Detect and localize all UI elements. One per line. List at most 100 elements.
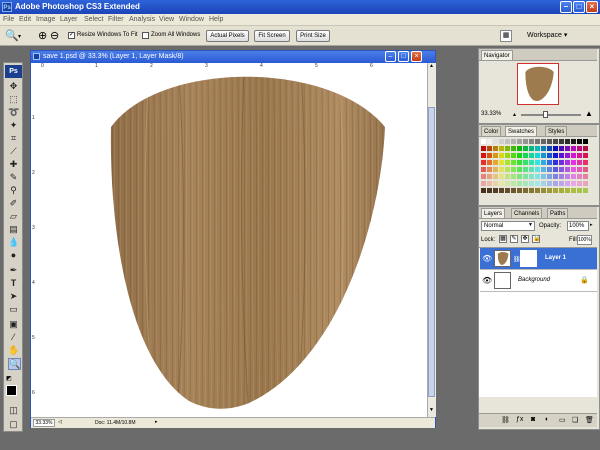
maximize-button[interactable]: □ bbox=[573, 1, 585, 13]
color-swatch[interactable] bbox=[511, 174, 516, 179]
layer-name[interactable]: Background bbox=[518, 277, 550, 283]
zoom-all-windows-checkbox[interactable] bbox=[142, 32, 149, 39]
color-swatch[interactable] bbox=[493, 188, 498, 193]
color-swatch[interactable] bbox=[481, 174, 486, 179]
tab-layers[interactable]: Layers bbox=[481, 208, 506, 218]
color-swatch[interactable] bbox=[535, 181, 540, 186]
color-swatch[interactable] bbox=[511, 153, 516, 158]
vertical-scrollbar[interactable]: ▲ ▼ bbox=[427, 63, 436, 417]
color-swatch[interactable] bbox=[547, 146, 552, 151]
color-swatch[interactable] bbox=[481, 188, 486, 193]
color-swatch[interactable] bbox=[541, 188, 546, 193]
color-swatch[interactable] bbox=[565, 160, 570, 165]
color-swatch[interactable] bbox=[547, 181, 552, 186]
color-swatch[interactable] bbox=[571, 139, 576, 144]
color-swatch[interactable] bbox=[505, 188, 510, 193]
color-swatch[interactable] bbox=[547, 160, 552, 165]
lock-image-icon[interactable]: ✎ bbox=[510, 235, 518, 243]
color-swatch[interactable] bbox=[529, 174, 534, 179]
blur-tool-icon[interactable]: 💧 bbox=[8, 237, 19, 247]
color-swatch[interactable] bbox=[541, 153, 546, 158]
color-swatch[interactable] bbox=[523, 167, 528, 172]
color-swatch[interactable] bbox=[505, 139, 510, 144]
color-swatch[interactable] bbox=[577, 174, 582, 179]
color-swatch[interactable] bbox=[565, 167, 570, 172]
color-swatch[interactable] bbox=[493, 160, 498, 165]
color-swatch[interactable] bbox=[541, 160, 546, 165]
tab-color[interactable]: Color bbox=[481, 126, 502, 136]
actual-pixels-button[interactable]: Actual Pixels bbox=[206, 30, 249, 42]
blend-mode-chevron-icon[interactable]: ▼ bbox=[528, 222, 533, 228]
status-menu-icon[interactable]: ◁ bbox=[58, 419, 62, 425]
color-swatch[interactable] bbox=[547, 139, 552, 144]
color-swatch[interactable] bbox=[499, 174, 504, 179]
menu-file[interactable]: File bbox=[3, 16, 14, 23]
color-swatch[interactable] bbox=[553, 146, 558, 151]
minimize-button[interactable]: – bbox=[560, 1, 572, 13]
tab-navigator[interactable]: Navigator bbox=[481, 50, 513, 60]
color-swatch[interactable] bbox=[505, 167, 510, 172]
color-swatch[interactable] bbox=[571, 153, 576, 158]
color-swatch[interactable] bbox=[505, 181, 510, 186]
color-swatch[interactable] bbox=[577, 188, 582, 193]
color-swatch[interactable] bbox=[577, 167, 582, 172]
swatch-grid[interactable] bbox=[481, 139, 595, 199]
zoom-level-field[interactable]: 33.33% bbox=[33, 419, 55, 427]
color-swatch[interactable] bbox=[493, 167, 498, 172]
fill-field[interactable]: 100% bbox=[577, 235, 592, 245]
color-swatch[interactable] bbox=[571, 181, 576, 186]
color-swatch[interactable] bbox=[553, 188, 558, 193]
blend-mode-select[interactable]: Normal bbox=[481, 221, 535, 231]
scrollbar-thumb[interactable] bbox=[428, 107, 435, 397]
color-swatch[interactable] bbox=[487, 146, 492, 151]
color-swatch[interactable] bbox=[553, 139, 558, 144]
dodge-tool-icon[interactable]: ● bbox=[8, 250, 19, 260]
color-swatch[interactable] bbox=[499, 139, 504, 144]
lock-transparency-icon[interactable]: ▦ bbox=[499, 235, 507, 243]
lock-all-icon[interactable]: 🔒 bbox=[532, 235, 540, 243]
color-swatch[interactable] bbox=[481, 167, 486, 172]
color-swatch[interactable] bbox=[559, 153, 564, 158]
color-swatch[interactable] bbox=[505, 153, 510, 158]
color-swatch[interactable] bbox=[535, 188, 540, 193]
color-swatch[interactable] bbox=[541, 167, 546, 172]
add-mask-icon[interactable]: ◙ bbox=[531, 416, 535, 423]
color-swatch[interactable] bbox=[487, 174, 492, 179]
document-window[interactable]: save 1.psd @ 33.3% (Layer 1, Layer Mask/… bbox=[30, 50, 436, 428]
color-swatch[interactable] bbox=[529, 188, 534, 193]
path-selection-tool-icon[interactable]: ➤ bbox=[8, 291, 19, 301]
document-canvas[interactable] bbox=[39, 71, 427, 417]
tab-channels[interactable]: Channels bbox=[511, 208, 543, 218]
layer-row-background[interactable]: 👁 Background 🔒 bbox=[480, 270, 597, 292]
color-swatch[interactable] bbox=[529, 139, 534, 144]
color-swatch[interactable] bbox=[487, 153, 492, 158]
screen-mode-icon[interactable]: ▢ bbox=[8, 419, 19, 429]
default-colors-icon[interactable]: ◩ bbox=[6, 375, 12, 382]
hand-tool-icon[interactable]: ✋ bbox=[8, 345, 19, 355]
tab-styles[interactable]: Styles bbox=[545, 126, 568, 136]
color-swatch[interactable] bbox=[565, 146, 570, 151]
color-swatch[interactable] bbox=[583, 174, 588, 179]
color-swatch[interactable] bbox=[523, 160, 528, 165]
color-swatch[interactable] bbox=[499, 153, 504, 158]
color-swatch[interactable] bbox=[493, 181, 498, 186]
color-swatch[interactable] bbox=[535, 139, 540, 144]
color-swatch[interactable] bbox=[487, 181, 492, 186]
color-swatch[interactable] bbox=[571, 167, 576, 172]
color-swatch[interactable] bbox=[505, 174, 510, 179]
menu-select[interactable]: Select bbox=[84, 16, 103, 23]
color-swatch[interactable] bbox=[493, 146, 498, 151]
lock-position-icon[interactable]: ✥ bbox=[521, 235, 529, 243]
color-swatch[interactable] bbox=[559, 174, 564, 179]
color-swatch[interactable] bbox=[523, 181, 528, 186]
color-swatch[interactable] bbox=[565, 153, 570, 158]
link-layers-icon[interactable]: ⛓ bbox=[501, 416, 510, 424]
color-swatch[interactable] bbox=[571, 146, 576, 151]
layer-thumbnail[interactable] bbox=[494, 250, 511, 267]
navigator-thumbnail[interactable] bbox=[517, 63, 559, 105]
navigator-slider-handle[interactable] bbox=[543, 111, 548, 118]
color-swatch[interactable] bbox=[583, 146, 588, 151]
color-swatch[interactable] bbox=[583, 160, 588, 165]
color-swatch[interactable] bbox=[511, 146, 516, 151]
color-swatch[interactable] bbox=[481, 153, 486, 158]
